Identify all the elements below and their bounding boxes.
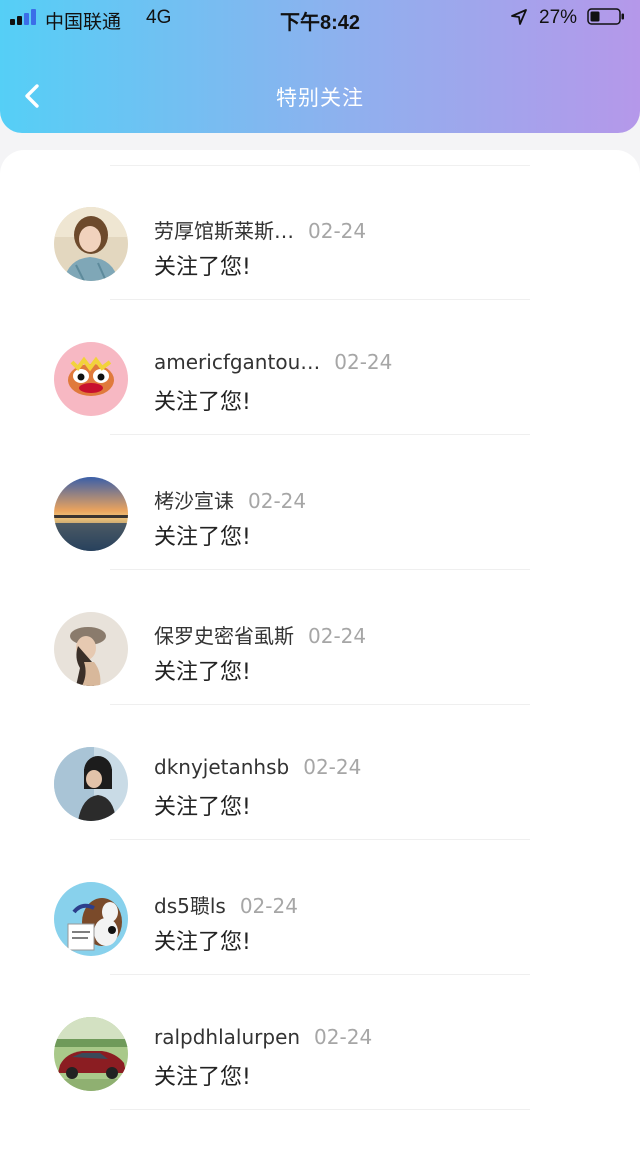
- list-item[interactable]: ds5聩ls 02-24 关注了您!: [0, 840, 640, 975]
- list-item[interactable]: 保罗史密省虱斯 02-24 关注了您!: [0, 570, 640, 705]
- list-item[interactable]: 栲沙宣诔 02-24 关注了您!: [0, 435, 640, 570]
- avatar[interactable]: [54, 612, 128, 686]
- list-item[interactable]: dknyjetanhsb 02-24 关注了您!: [0, 705, 640, 840]
- follow-list: 劳厚馆斯莱斯… 02-24 关注了您! americfgantou… 02-24 关…: [0, 150, 640, 1150]
- battery-icon: [587, 8, 624, 25]
- header-bar: 中国联通 4G 下午8:42 27% 特别关注: [0, 0, 640, 133]
- follow-date: 02-24: [239, 894, 298, 918]
- follow-date: 02-24: [303, 755, 362, 779]
- battery-percent: 27%: [539, 7, 578, 28]
- user-name: dknyjetanhsb 02-24: [154, 755, 362, 779]
- follow-message: 关注了您!: [154, 255, 251, 280]
- list-item[interactable]: ralpdhlalurpen 02-24 关注了您!: [0, 975, 640, 1110]
- user-name: ralpdhlalurpen 02-24: [154, 1025, 373, 1049]
- avatar[interactable]: [54, 1017, 128, 1091]
- avatar[interactable]: [54, 747, 128, 821]
- list-item[interactable]: americfgantou… 02-24 关注了您!: [0, 300, 640, 435]
- user-name: ds5聩ls 02-24: [154, 894, 298, 918]
- avatar[interactable]: [54, 207, 128, 281]
- user-name: 劳厚馆斯莱斯… 02-24: [154, 219, 367, 243]
- list-item[interactable]: 劳厚馆斯莱斯… 02-24 关注了您!: [0, 165, 640, 300]
- user-name: americfgantou… 02-24: [154, 350, 393, 374]
- follow-message: 关注了您!: [154, 660, 251, 685]
- location-arrow-icon: [511, 9, 527, 25]
- user-name: 栲沙宣诔 02-24: [154, 489, 307, 513]
- follow-date: 02-24: [308, 624, 367, 648]
- follow-message: 关注了您!: [154, 930, 251, 955]
- page-title: 特别关注: [276, 86, 364, 110]
- divider: [110, 1109, 530, 1110]
- follow-message: 关注了您!: [154, 1065, 251, 1090]
- follow-date: 02-24: [334, 350, 393, 374]
- follow-message: 关注了您!: [154, 390, 251, 415]
- avatar[interactable]: [54, 477, 128, 551]
- avatar[interactable]: [54, 342, 128, 416]
- follow-date: 02-24: [314, 1025, 373, 1049]
- avatar[interactable]: [54, 882, 128, 956]
- follow-message: 关注了您!: [154, 525, 251, 550]
- follow-date: 02-24: [248, 489, 307, 513]
- follow-message: 关注了您!: [154, 795, 251, 820]
- user-name: 保罗史密省虱斯 02-24: [154, 624, 367, 648]
- follow-date: 02-24: [308, 219, 367, 243]
- status-bar: 中国联通 4G 下午8:42 27%: [0, 0, 640, 36]
